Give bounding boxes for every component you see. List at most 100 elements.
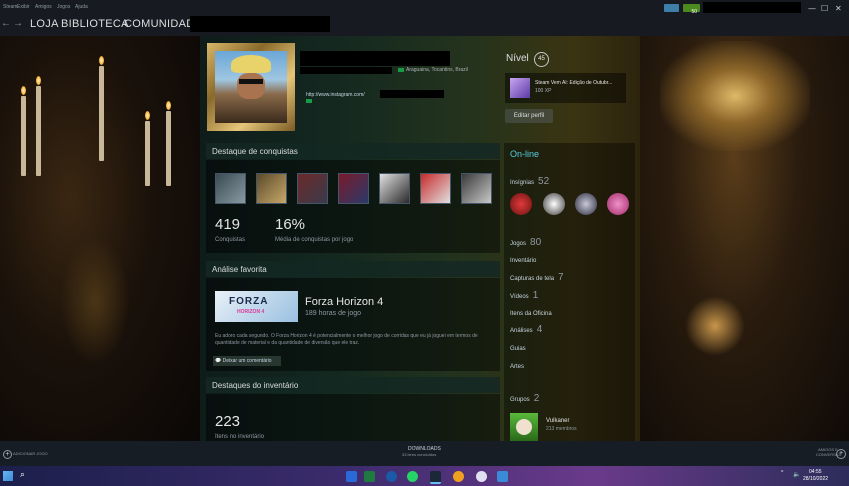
maximize-button[interactable]: ☐ <box>821 4 828 13</box>
windows-start-icon[interactable] <box>3 471 13 481</box>
nav-library[interactable]: BIBLIOTECA <box>61 18 129 30</box>
edit-profile-button[interactable]: Editar perfil <box>505 109 553 123</box>
tray-arrow-icon[interactable]: ^ <box>781 470 783 476</box>
friends-plus-icon[interactable]: + <box>836 449 846 459</box>
achievement-count-label: Conquistas <box>215 237 246 243</box>
profile-realname-redacted <box>300 67 392 74</box>
profile-link[interactable]: http://www.instagram.com/ <box>306 92 365 98</box>
menu-friends[interactable]: Amigos <box>35 4 52 10</box>
groups-link[interactable]: Grupos 2 <box>510 393 539 404</box>
review-game-title[interactable]: Forza Horizon 4 <box>305 296 383 308</box>
steam-taskbar-icon[interactable] <box>430 471 441 484</box>
achievement-icon[interactable] <box>379 173 410 204</box>
group-members: 213 membros <box>546 426 577 432</box>
app-icon[interactable] <box>476 471 487 482</box>
achievement-icon[interactable] <box>461 173 492 204</box>
review-body: Eu adoro cada segundo. O Forza Horizon 4… <box>215 333 478 346</box>
achievements-header: Destaque de conquistas <box>206 143 500 159</box>
clock-time[interactable]: 04:55 <box>809 469 822 475</box>
achievement-icon[interactable] <box>215 173 246 204</box>
notifications-button[interactable]: 50 <box>683 4 700 15</box>
candle <box>36 86 41 176</box>
badge-icon[interactable] <box>575 193 597 215</box>
comment-icon: 💬 <box>215 358 222 364</box>
online-status: On-line <box>510 149 540 159</box>
back-arrow-icon[interactable]: ← <box>1 18 11 29</box>
achievement-avg: 16% <box>275 216 306 233</box>
menu-steam[interactable]: Steam <box>3 4 17 10</box>
nav-store[interactable]: LOJA <box>30 18 59 30</box>
username-redacted[interactable] <box>703 2 801 13</box>
close-button[interactable]: ✕ <box>835 4 842 13</box>
videos-link[interactable]: Vídeos 1 <box>510 290 538 301</box>
level-label: Nível <box>506 53 529 64</box>
avatar[interactable] <box>215 51 287 123</box>
badge-icon[interactable] <box>510 193 532 215</box>
profile-background-left <box>0 36 200 441</box>
screenshots-link[interactable]: Capturas de tela 7 <box>510 272 564 283</box>
candle <box>99 66 104 161</box>
hat <box>231 55 271 73</box>
game-capsule[interactable]: FORZA HORIZON 4 <box>215 291 298 322</box>
group-avatar[interactable] <box>510 413 538 441</box>
steam-bottom-bar: + ADICIONAR JOGO DOWNLOADS 33 itens conc… <box>0 441 849 466</box>
inventory-label: Itens no inventário <box>215 434 265 440</box>
nav-username-redacted[interactable] <box>190 16 330 32</box>
reviews-link[interactable]: Análises 4 <box>510 324 542 335</box>
flame <box>145 111 150 120</box>
event-badge-title: Steam Vem Aí: Edição de Outubr... <box>535 80 613 86</box>
menu-view[interactable]: Exibir <box>17 4 30 10</box>
games-link[interactable]: Jogos 80 <box>510 237 541 248</box>
event-badge-icon <box>510 78 530 98</box>
achievement-count: 419 <box>215 216 241 233</box>
candle <box>21 96 26 176</box>
badge-icon[interactable] <box>607 193 629 215</box>
profile-background-right <box>640 36 849 441</box>
menu-bar: Steam Exibir Amigos Jogos Ajuda 50 — ☐ ✕ <box>0 0 849 15</box>
badge-icon[interactable] <box>543 193 565 215</box>
search-icon[interactable]: ⌕ <box>20 469 25 480</box>
flame <box>36 76 41 85</box>
achievement-icon[interactable] <box>297 173 328 204</box>
inventory-link[interactable]: Inventário <box>510 258 536 264</box>
add-game-plus-icon[interactable]: + <box>3 450 12 459</box>
flame <box>21 86 26 95</box>
face <box>237 73 265 99</box>
game-logo-sub: HORIZON 4 <box>237 309 265 315</box>
achievement-icon[interactable] <box>256 173 287 204</box>
profile-name-redacted <box>300 51 450 66</box>
artwork-link[interactable]: Artes <box>510 364 524 370</box>
guides-link[interactable]: Guias <box>510 346 526 352</box>
app-icon[interactable] <box>497 471 508 482</box>
excel-icon[interactable] <box>364 471 375 482</box>
taskbar-app-icon[interactable] <box>346 471 357 482</box>
achievement-icon[interactable] <box>338 173 369 204</box>
badges-link[interactable]: Insígnias 52 <box>510 176 549 187</box>
comment-button[interactable]: 💬 Deixar um comentário <box>213 356 281 366</box>
achievement-avg-label: Média de conquistas por jogo <box>275 237 354 243</box>
chrome-icon[interactable] <box>453 471 464 482</box>
candle <box>166 111 171 186</box>
whatsapp-icon[interactable] <box>407 471 418 482</box>
inventory-header: Destaques do inventário <box>206 377 500 393</box>
workshop-link[interactable]: Itens da Oficina <box>510 311 552 317</box>
chandelier <box>660 41 810 151</box>
forward-arrow-icon[interactable]: → <box>13 18 23 29</box>
clock-date[interactable]: 28/10/2022 <box>803 476 828 482</box>
edge-icon[interactable] <box>386 471 397 482</box>
candelabra <box>60 236 130 366</box>
profile-link-redacted <box>380 90 444 98</box>
speaker-icon[interactable]: 🔈 <box>793 471 800 478</box>
announcements-button[interactable] <box>664 4 679 12</box>
menu-help[interactable]: Ajuda <box>75 4 88 10</box>
add-game-button[interactable]: ADICIONAR JOGO <box>13 451 48 456</box>
menu-games[interactable]: Jogos <box>57 4 70 10</box>
flame <box>99 56 104 65</box>
minimize-button[interactable]: — <box>808 4 816 13</box>
review-header: Análise favorita <box>206 261 500 277</box>
chandelier-small <box>685 296 745 356</box>
achievement-icon[interactable] <box>420 173 451 204</box>
windows-taskbar: ⌕ ^ 🔈 04:55 28/10/2022 <box>0 466 849 486</box>
level-badge[interactable]: 45 <box>534 52 549 67</box>
group-name[interactable]: Vulkaner <box>546 418 569 424</box>
